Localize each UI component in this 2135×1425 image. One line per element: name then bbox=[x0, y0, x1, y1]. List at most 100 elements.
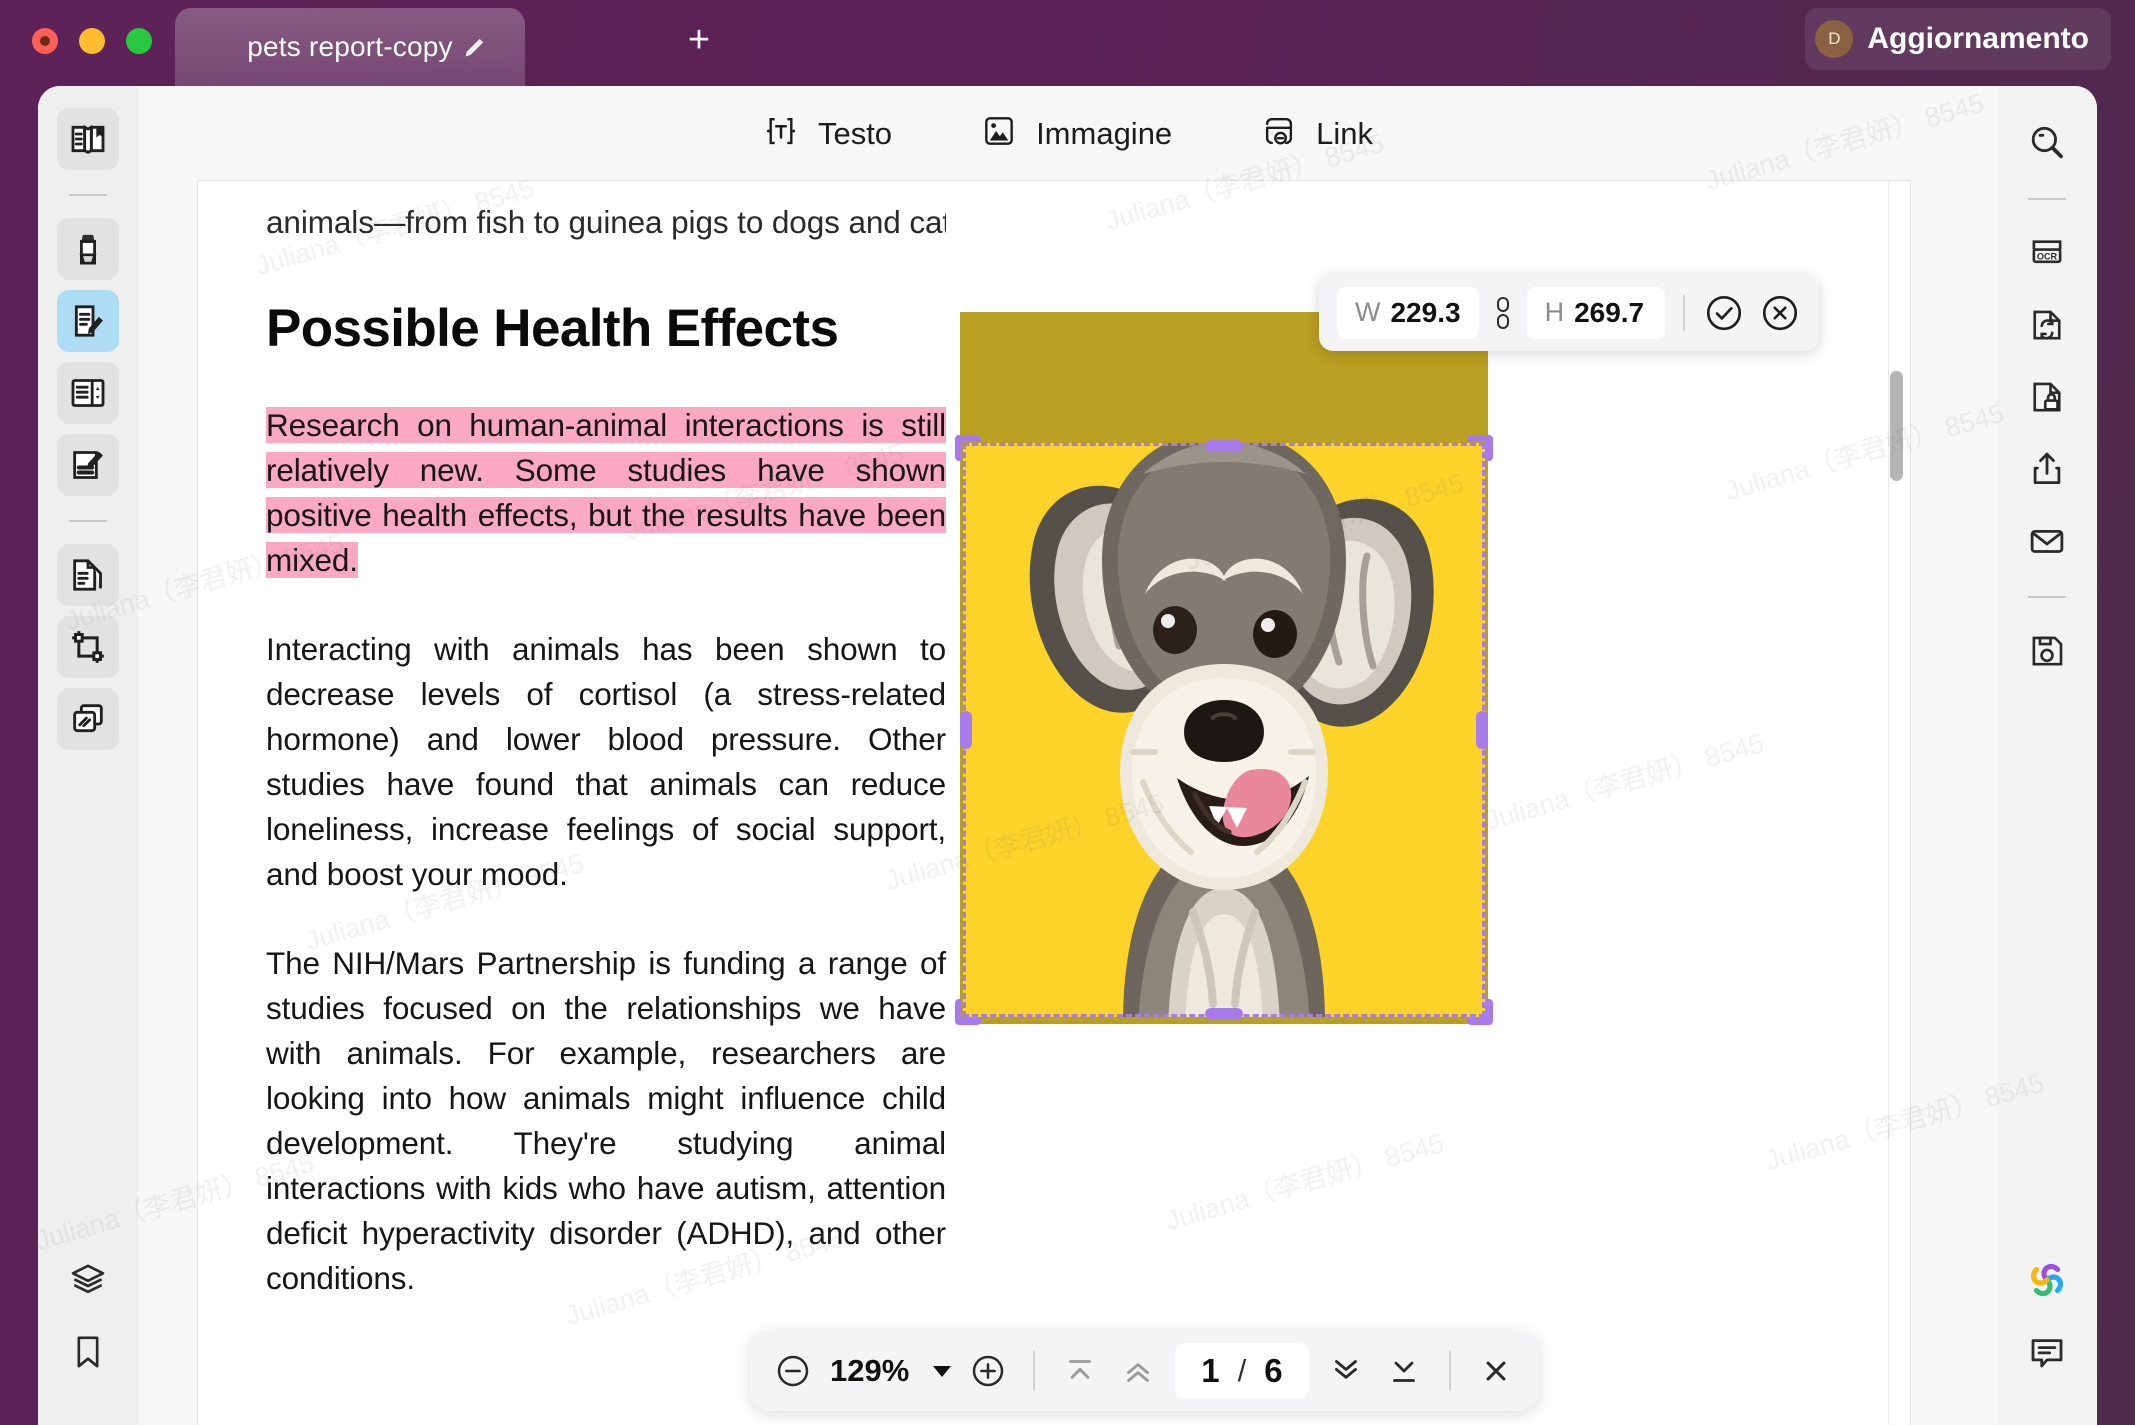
sidebar-item-protect[interactable] bbox=[2016, 366, 2078, 428]
cancel-size-button[interactable] bbox=[1759, 292, 1801, 334]
highlight-span: Research on human-animal interactions is… bbox=[266, 407, 946, 578]
text-box-icon bbox=[762, 112, 800, 155]
crop-icon bbox=[68, 627, 108, 667]
page-scrollbar-thumb[interactable] bbox=[1890, 371, 1903, 481]
cut-off-line: animals—from fish to guinea pigs to dogs… bbox=[266, 204, 946, 240]
schnauzer-dog-illustration bbox=[963, 443, 1485, 1017]
document-pen-icon bbox=[68, 301, 108, 341]
confirm-size-button[interactable] bbox=[1703, 292, 1745, 334]
layers-icon bbox=[68, 1260, 108, 1300]
toolbar-label-link: Link bbox=[1316, 115, 1374, 151]
sidebar-item-bookmark[interactable] bbox=[57, 1321, 119, 1383]
toolbar-label-immagine: Immagine bbox=[1036, 115, 1173, 151]
update-button[interactable]: D Aggiornamento bbox=[1805, 8, 2111, 70]
book-open-icon bbox=[68, 119, 108, 159]
share-icon bbox=[2026, 448, 2068, 490]
next-page-button[interactable] bbox=[1325, 1350, 1367, 1392]
sidebar-item-ocr[interactable]: OCR bbox=[2016, 222, 2078, 284]
height-label: H bbox=[1544, 297, 1565, 327]
sidebar-item-comments[interactable] bbox=[2016, 1321, 2078, 1383]
window-controls bbox=[32, 28, 152, 54]
zoom-level-value[interactable]: 129% bbox=[830, 1353, 909, 1389]
sidebar-item-convert[interactable] bbox=[2016, 294, 2078, 356]
sidebar-item-email[interactable] bbox=[2016, 510, 2078, 572]
page-copy-icon bbox=[68, 555, 108, 595]
previous-page-button[interactable] bbox=[1117, 1350, 1159, 1392]
toolbar-item-testo[interactable]: Testo bbox=[762, 112, 892, 155]
last-page-button[interactable] bbox=[1383, 1350, 1425, 1392]
rename-tab-icon[interactable] bbox=[461, 33, 489, 61]
paragraph-2[interactable]: Interacting with animals has been shown … bbox=[266, 627, 946, 897]
sidebar-item-page-layout[interactable] bbox=[57, 362, 119, 424]
rail-divider bbox=[69, 194, 107, 196]
edit-mode-toolbar: Testo Immagine Link bbox=[138, 86, 1997, 181]
lock-file-icon bbox=[2026, 376, 2068, 418]
sidebar-item-search[interactable] bbox=[2016, 112, 2078, 174]
paragraph-3[interactable]: The NIH/Mars Partnership is funding a ra… bbox=[266, 941, 946, 1301]
sidebar-item-crop[interactable] bbox=[57, 616, 119, 678]
form-pen-icon bbox=[68, 445, 108, 485]
rail-divider-2 bbox=[69, 520, 107, 522]
new-tab-button[interactable]: + bbox=[678, 20, 720, 62]
ai-flower-icon bbox=[2024, 1257, 2070, 1303]
sidebar-item-edit-content[interactable] bbox=[57, 290, 119, 352]
document-tab[interactable]: pets report-copy bbox=[175, 8, 525, 86]
zoom-in-button[interactable] bbox=[967, 1350, 1009, 1392]
search-icon bbox=[2026, 122, 2068, 164]
minimize-window-button[interactable] bbox=[79, 28, 105, 54]
comment-bubble-icon bbox=[2026, 1331, 2068, 1373]
sidebar-item-fill-and-sign[interactable] bbox=[57, 434, 119, 496]
page-image-container[interactable] bbox=[955, 312, 1493, 1025]
ocr-icon: OCR bbox=[2026, 232, 2068, 274]
tab-title: pets report-copy bbox=[247, 31, 453, 62]
toolbar-label-testo: Testo bbox=[817, 115, 893, 151]
height-input[interactable]: H 269.7 bbox=[1526, 286, 1665, 339]
convert-file-icon bbox=[2026, 304, 2068, 346]
close-zoombar-button[interactable] bbox=[1475, 1350, 1517, 1392]
sidebar-item-ai-assistant[interactable] bbox=[2016, 1249, 2078, 1311]
right-toolbar: OCR bbox=[1997, 86, 2097, 1425]
window-body: Testo Immagine Link animals—from fish to… bbox=[38, 86, 2097, 1425]
layers-card-icon bbox=[68, 699, 108, 739]
width-input[interactable]: W 229.3 bbox=[1337, 286, 1479, 339]
zoom-out-button[interactable] bbox=[772, 1350, 814, 1392]
popup-divider bbox=[1682, 294, 1685, 331]
right-rail-divider-1 bbox=[2028, 198, 2066, 200]
page-scrollbar-track[interactable] bbox=[1888, 181, 1903, 1425]
bookmark-icon bbox=[68, 1332, 108, 1372]
toolbar-item-immagine[interactable]: Immagine bbox=[980, 112, 1172, 155]
sidebar-item-save[interactable] bbox=[2016, 620, 2078, 682]
sidebar-item-background[interactable] bbox=[57, 688, 119, 750]
sidebar-item-share[interactable] bbox=[2016, 438, 2078, 500]
zoom-toolbar: 129% 1 / 6 bbox=[750, 1331, 1539, 1411]
image-crop-viewport bbox=[963, 443, 1485, 1017]
left-toolbar bbox=[38, 86, 138, 1425]
image-size-popup: W 229.3 H 269.7 bbox=[1319, 274, 1819, 351]
close-window-button[interactable] bbox=[32, 28, 58, 54]
width-value: 229.3 bbox=[1390, 296, 1461, 328]
maximize-window-button[interactable] bbox=[126, 28, 152, 54]
width-label: W bbox=[1355, 297, 1381, 327]
page-heading: Possible Health Effects bbox=[266, 299, 839, 358]
chain-link-icon[interactable] bbox=[1493, 296, 1513, 330]
split-page-icon bbox=[68, 373, 108, 413]
envelope-icon bbox=[2026, 520, 2068, 562]
sidebar-item-reader-view[interactable] bbox=[57, 108, 119, 170]
user-avatar: D bbox=[1815, 20, 1854, 58]
sidebar-item-organize-pages[interactable] bbox=[57, 544, 119, 606]
pdf-page[interactable]: animals—from fish to guinea pigs to dogs… bbox=[198, 181, 1910, 1425]
first-page-button[interactable] bbox=[1059, 1350, 1101, 1392]
sidebar-item-layers[interactable] bbox=[57, 1249, 119, 1311]
highlighted-paragraph[interactable]: Research on human-animal interactions is… bbox=[266, 403, 946, 583]
image-photo bbox=[963, 443, 1485, 1017]
sidebar-item-highlighter[interactable] bbox=[57, 218, 119, 280]
chevron-down-icon[interactable] bbox=[933, 1365, 952, 1377]
image-icon bbox=[980, 112, 1018, 155]
total-pages-value: 6 bbox=[1264, 1352, 1283, 1389]
zoombar-divider-1 bbox=[1033, 1351, 1036, 1391]
highlighter-icon bbox=[68, 229, 108, 269]
toolbar-item-link[interactable]: Link bbox=[1260, 112, 1373, 155]
svg-text:OCR: OCR bbox=[2037, 251, 2058, 261]
page-number-input[interactable]: 1 / 6 bbox=[1175, 1343, 1309, 1399]
zoombar-divider-2 bbox=[1448, 1351, 1451, 1391]
